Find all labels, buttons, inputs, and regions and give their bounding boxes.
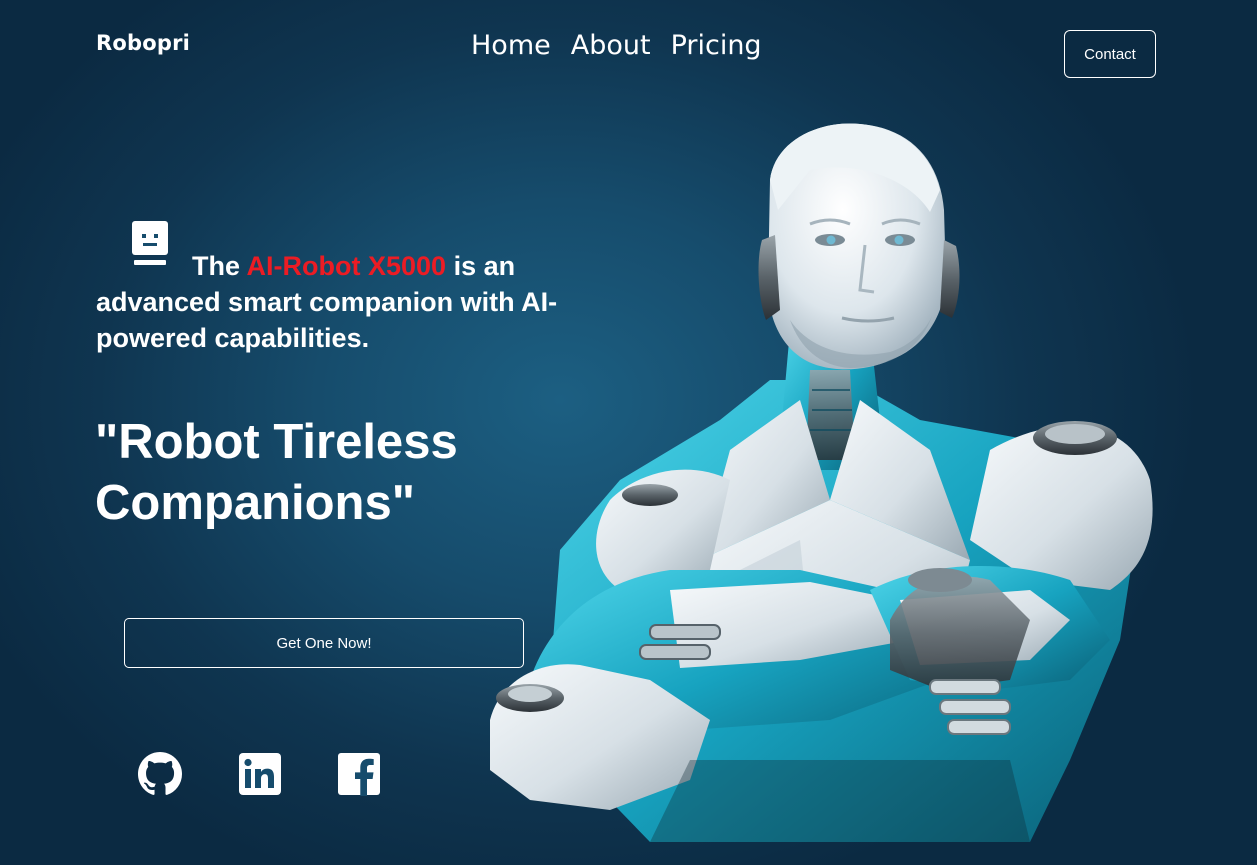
hero-tagline: "Robot Tireless Companions"	[95, 412, 525, 534]
tagline-line-2: Companions"	[95, 476, 415, 530]
linkedin-icon[interactable]	[238, 752, 282, 796]
robot-illustration	[490, 123, 1153, 842]
contact-button[interactable]: Contact	[1064, 30, 1156, 78]
nav-home[interactable]: Home	[471, 30, 551, 61]
brand-logo[interactable]: Robopri	[96, 31, 190, 55]
facebook-icon[interactable]	[337, 752, 381, 796]
intro-prefix: The	[192, 251, 241, 281]
main-nav: Home About Pricing	[471, 30, 762, 61]
get-one-now-button[interactable]: Get One Now!	[124, 618, 524, 668]
nav-about[interactable]: About	[571, 30, 651, 61]
product-name: AI-Robot X5000	[246, 251, 447, 281]
tagline-line-1: "Robot Tireless	[95, 415, 458, 469]
nav-pricing[interactable]: Pricing	[671, 30, 762, 61]
github-icon[interactable]	[138, 752, 182, 796]
